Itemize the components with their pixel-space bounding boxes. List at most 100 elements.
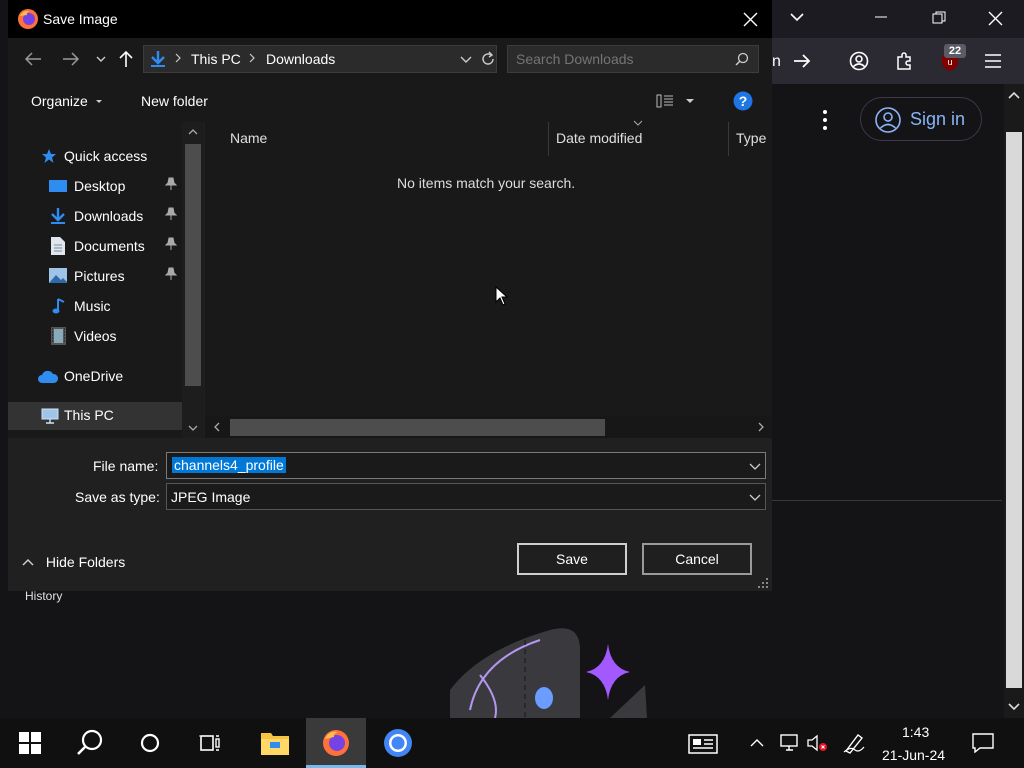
- help-icon[interactable]: ?: [733, 91, 753, 111]
- address-history-chevron-icon[interactable]: [460, 54, 472, 64]
- recent-locations-chevron-icon[interactable]: [95, 54, 107, 64]
- new-folder-button[interactable]: New folder: [141, 93, 208, 109]
- chrome-taskbar-icon[interactable]: [368, 718, 428, 768]
- dialog-close-icon[interactable]: [743, 12, 758, 27]
- view-options-icon[interactable]: [656, 93, 700, 109]
- dialog-titlebar: Save Image: [8, 0, 772, 38]
- nav-scrollbar[interactable]: [182, 122, 204, 438]
- save-type-dropdown-chevron-icon[interactable]: [749, 492, 761, 502]
- restore-icon[interactable]: [932, 11, 946, 25]
- refresh-icon[interactable]: [480, 51, 496, 67]
- breadcrumb-downloads[interactable]: Downloads: [266, 51, 335, 67]
- nav-label: Documents: [74, 238, 145, 254]
- back-arrow-icon[interactable]: [24, 51, 42, 67]
- organize-button[interactable]: Organize: [31, 93, 104, 109]
- account-circle-icon: [875, 107, 901, 133]
- hide-folders-label: Hide Folders: [45, 554, 126, 570]
- nav-scroll-thumb[interactable]: [185, 144, 201, 386]
- hide-folders-toggle[interactable]: Hide Folders: [22, 554, 125, 570]
- nav-item-pictures[interactable]: Pictures: [49, 264, 189, 288]
- nav-item-music[interactable]: Music: [49, 294, 189, 318]
- save-as-type-value: JPEG Image: [171, 489, 251, 505]
- start-button[interactable]: [0, 718, 60, 768]
- search-input[interactable]: [516, 51, 726, 67]
- nav-this-pc-row[interactable]: This PC: [8, 402, 182, 430]
- sort-chevron-icon: [633, 120, 643, 126]
- volume-muted-icon[interactable]: [806, 734, 830, 752]
- cortana-icon[interactable]: [120, 718, 180, 768]
- nav-label: Quick access: [64, 148, 148, 164]
- command-bar: Organize New folder ?: [8, 80, 772, 122]
- tab-list-chevron-icon[interactable]: [788, 8, 806, 26]
- cancel-button[interactable]: Cancel: [642, 543, 752, 575]
- nav-label: Videos: [74, 328, 117, 344]
- network-icon[interactable]: [778, 734, 798, 752]
- search-box[interactable]: [507, 45, 759, 73]
- file-explorer-icon[interactable]: [245, 718, 305, 768]
- breadcrumb-separator-icon: [248, 52, 256, 64]
- file-name-field[interactable]: channels4_profile: [166, 452, 766, 479]
- navigation-pane: Quick access Desktop Downloads Documents…: [8, 122, 204, 438]
- account-icon[interactable]: [849, 51, 869, 71]
- column-header-date-modified[interactable]: Date modified: [556, 130, 642, 146]
- nav-label: Downloads: [74, 208, 144, 224]
- firefox-taskbar-icon[interactable]: [306, 718, 366, 768]
- breadcrumb-separator-icon: [174, 52, 182, 64]
- browser-toolbar: n u: [772, 38, 1024, 84]
- mouse-cursor-icon: [495, 286, 509, 306]
- sign-in-button[interactable]: Sign in: [860, 97, 982, 141]
- firefox-icon: [17, 8, 39, 30]
- task-view-icon[interactable]: [180, 718, 240, 768]
- hamburger-menu-icon[interactable]: [984, 52, 1002, 70]
- nav-label: This PC: [64, 407, 114, 423]
- nav-item-downloads[interactable]: Downloads: [49, 204, 189, 228]
- forward-arrow-icon[interactable]: [62, 51, 80, 67]
- column-header-type[interactable]: Type: [736, 130, 766, 146]
- resize-grip-icon[interactable]: [757, 577, 769, 589]
- minimize-icon[interactable]: [874, 10, 888, 24]
- pin-icon: [165, 177, 177, 191]
- go-arrow-icon[interactable]: [792, 51, 812, 71]
- up-arrow-icon[interactable]: [118, 50, 134, 68]
- horizontal-scroll-thumb[interactable]: [230, 419, 605, 436]
- page-scrollbar[interactable]: [1004, 84, 1024, 718]
- address-bar[interactable]: This PC Downloads: [143, 45, 497, 73]
- notifications-icon[interactable]: [972, 733, 994, 753]
- search-icon[interactable]: [735, 52, 749, 66]
- save-image-dialog: Save Image This PC Downloads Search Down…: [8, 0, 772, 591]
- nav-label: Desktop: [74, 178, 126, 194]
- taskbar-search-icon[interactable]: [60, 718, 120, 768]
- column-divider: [548, 122, 549, 156]
- file-name-value[interactable]: channels4_profile: [172, 457, 286, 473]
- nav-item-documents[interactable]: Documents: [49, 234, 189, 258]
- documents-icon: [51, 237, 65, 255]
- pin-icon: [165, 267, 177, 281]
- more-options-icon[interactable]: [816, 108, 834, 132]
- close-window-icon[interactable]: [988, 11, 1003, 26]
- horizontal-scrollbar[interactable]: [205, 416, 772, 438]
- news-widget-icon[interactable]: [688, 734, 718, 754]
- pictures-icon: [49, 268, 67, 283]
- star-icon: [41, 148, 57, 164]
- column-header-name[interactable]: Name: [230, 130, 267, 146]
- pen-workspace-icon[interactable]: [843, 732, 865, 754]
- clock-date[interactable]: 21-Jun-24: [882, 747, 945, 763]
- sparkle-icon: [586, 644, 630, 700]
- extensions-puzzle-icon[interactable]: [895, 51, 915, 71]
- save-as-type-select[interactable]: JPEG Image: [166, 483, 766, 510]
- dialog-title: Save Image: [43, 11, 118, 27]
- clock-time[interactable]: 1:43: [902, 724, 929, 740]
- breadcrumb-this-pc[interactable]: This PC: [191, 51, 241, 67]
- extension-count-badge: 22: [944, 44, 966, 58]
- sign-in-label: Sign in: [910, 109, 966, 129]
- nav-item-videos[interactable]: Videos: [49, 324, 189, 348]
- videos-icon: [51, 327, 66, 345]
- tray-overflow-chevron-icon[interactable]: [750, 738, 764, 748]
- nav-item-desktop[interactable]: Desktop: [49, 174, 189, 198]
- save-button[interactable]: Save: [517, 543, 627, 575]
- tab-title-fragment: n: [772, 53, 781, 70]
- nav-label: OneDrive: [64, 368, 124, 384]
- file-name-dropdown-chevron-icon[interactable]: [749, 461, 761, 471]
- organize-label: Organize: [31, 93, 88, 109]
- this-pc-icon: [41, 408, 59, 424]
